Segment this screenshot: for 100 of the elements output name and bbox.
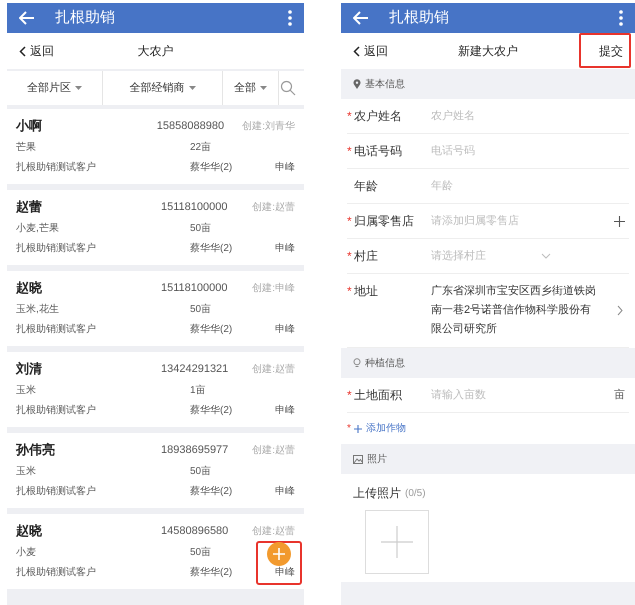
farmer-card[interactable]: 小啊 15858088980 创建:刘青华 芒果 22亩 扎根助销测试客户 蔡华华(2) 申峰 [7,109,304,184]
farmer-name: 孙伟亮 [16,441,56,460]
area-text: 50亩 [190,302,212,316]
image-icon [353,454,363,464]
staff-text: 申峰 [275,242,295,256]
farmer-name: 赵晓 [16,522,43,540]
phone-number: 15118100000 [161,280,228,296]
farmer-card[interactable]: 刘清 13424291321 创建:赵蕾 玉米 1亩 扎根助销测试客户 蔡华华(2) 申峰 [7,352,304,427]
creator-text: 创建:赵蕾 [252,362,295,376]
farmer-name: 小啊 [16,117,43,136]
field-label: 地址 [354,283,378,300]
dealer-text: 蔡华华(2) [190,404,232,418]
caret-icon [188,86,196,90]
required-asterisk: * [347,108,352,125]
filter-dropdown[interactable]: 全部 [223,71,279,105]
field-label: 村庄 [354,248,378,265]
customer-text: 扎根助销测试客户 [16,566,97,580]
app-title: 扎根助销 [389,8,449,28]
upload-label: 上传照片 [353,485,401,502]
chevron-right-icon[interactable] [617,305,623,316]
staff-text: 申峰 [275,404,295,418]
farmer-name: 赵蕾 [16,198,43,216]
crop-text: 玉米,花生 [16,302,60,316]
field-label: 农户姓名 [354,108,402,125]
crop-text: 玉米 [16,464,37,478]
back-arrow-icon[interactable] [19,11,35,25]
area-text: 22亩 [190,140,212,154]
staff-text: 申峰 [275,322,295,336]
farmer-card[interactable]: 赵蕾 15118100000 创建:赵蕾 小麦,芒果 50亩 扎根助销测试客户 蔡华华(2) 申峰 [7,190,304,265]
creator-text: 创建:赵蕾 [252,444,295,458]
required-asterisk: * [347,248,352,265]
input-field[interactable]: 请选择村庄 [431,248,571,264]
area-text: 50亩 [190,464,212,478]
search-icon[interactable] [280,80,296,96]
dealer-text: 蔡华华(2) [190,484,232,498]
customer-text: 扎根助销测试客户 [16,322,97,336]
back-button[interactable]: 返回 [353,42,388,60]
section-title: 基本信息 [365,78,405,92]
farmer-card[interactable]: 孙伟亮 18938695977 创建:赵蕾 玉米 50亩 扎根助销测试客户 蔡华华(2) 申峰 [7,433,304,508]
phone-number: 15858088980 [156,118,226,134]
plus-icon [381,526,413,558]
farmer-card[interactable]: 赵晓 14580896580 创建:赵蕾 小麦 50亩 扎根助销测试客户 蔡华华(2) 申峰 [7,514,304,589]
field-label: 电话号码 [354,143,402,160]
crop-text: 芒果 [16,140,37,154]
input-field[interactable]: 电话号码 [431,142,571,160]
dealer-text: 蔡华华(2) [190,566,232,580]
customer-text: 扎根助销测试客户 [16,160,97,174]
field-label: 归属零售店 [354,213,414,230]
creator-text: 创建:赵蕾 [252,200,295,214]
phone-number: 15118100000 [161,200,228,215]
customer-text: 扎根助销测试客户 [16,404,97,418]
filter-dropdown[interactable]: 全部经销商 [103,71,223,105]
submit-button[interactable]: 提交 [579,33,631,68]
area-text: 1亩 [190,384,206,398]
farmer-name: 刘清 [16,360,43,378]
plus-icon [272,547,286,561]
chevron-left-icon [19,46,26,56]
filter-dropdown[interactable]: 全部片区 [7,71,103,105]
input-field[interactable]: 请添加归属零售店 [431,212,571,230]
crop-text: 小麦,芒果 [16,222,60,236]
field-label: 年龄 [354,178,378,195]
caret-icon [260,86,267,90]
required-asterisk: * [347,143,352,160]
staff-text: 申峰 [275,566,295,580]
back-arrow-icon[interactable] [353,11,369,25]
customer-text: 扎根助销测试客户 [16,242,97,256]
unit-text: 亩 [614,388,625,403]
plus-icon[interactable] [614,216,625,226]
lightbulb-icon [353,358,361,368]
plus-icon [354,424,362,432]
staff-text: 申峰 [275,160,295,174]
chevron-left-icon [353,46,360,56]
section-title: 种植信息 [365,356,405,370]
field-label: 土地面积 [354,387,402,404]
add-crop-link[interactable]: 添加作物 [354,421,406,436]
more-icon[interactable] [288,10,292,26]
dealer-text: 蔡华华(2) [190,160,232,174]
phone-number: 13424291321 [161,362,230,377]
back-button[interactable]: 返回 [19,42,54,60]
input-field[interactable]: 年龄 [431,178,571,194]
more-icon[interactable] [619,10,623,26]
phone-number: 18938695977 [161,442,230,458]
creator-text: 创建:赵蕾 [252,524,295,538]
required-asterisk: * [347,283,352,300]
input-field[interactable]: 农户姓名 [431,108,571,124]
farmer-name: 赵晓 [16,279,43,298]
required-asterisk: * [347,422,351,436]
required-asterisk: * [347,213,352,230]
farmer-card[interactable]: 赵晓 15118100000 创建:申峰 玉米,花生 50亩 扎根助销测试客户 蔡华华(2) 申峰 [7,271,304,346]
dealer-text: 蔡华华(2) [190,242,232,256]
crop-text: 小麦 [16,546,37,560]
area-text: 50亩 [190,222,212,236]
section-title: 照片 [367,452,387,466]
location-pin-icon [353,79,361,89]
address-text: 广东省深圳市宝安区西乡街道铁岗南一巷2号诺普信作物科学股份有限公司研究所 [431,284,597,337]
caret-icon [75,86,82,90]
staff-text: 申峰 [275,484,295,498]
page-title: 大农户 [138,43,174,60]
area-text: 50亩 [190,546,212,560]
input-field[interactable]: 请输入亩数 [431,386,571,404]
